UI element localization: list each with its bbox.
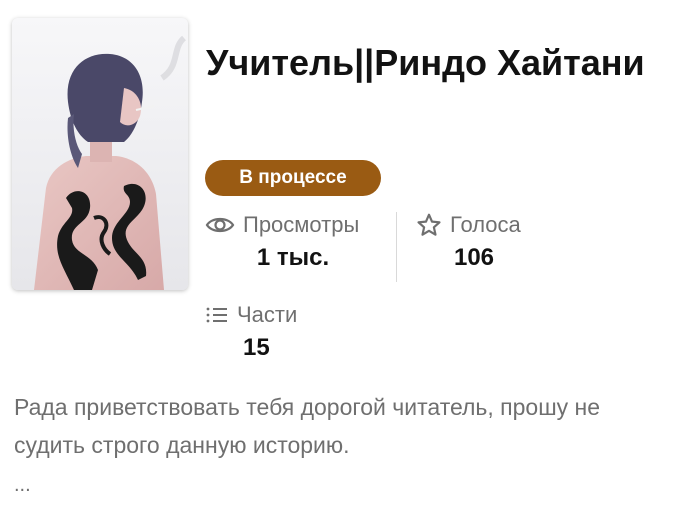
- story-cover-image[interactable]: [12, 18, 188, 290]
- story-title: Учитель||Риндо Хайтани: [206, 42, 645, 83]
- stats-divider: [396, 212, 397, 282]
- views-count: 1 тыс.: [256, 244, 330, 271]
- parts-count: 15: [243, 334, 270, 361]
- read-more-ellipsis[interactable]: ...: [14, 474, 31, 497]
- views-label: Просмотры: [243, 212, 360, 237]
- status-badge: В процессе: [205, 160, 381, 196]
- parts-label: Части: [237, 302, 298, 327]
- eye-icon: [205, 214, 235, 236]
- votes-label: Голоса: [450, 212, 521, 237]
- votes-count: 106: [453, 244, 495, 271]
- votes-stat: Голоса 106: [416, 212, 532, 272]
- views-stat: Просмотры 1 тыс.: [205, 212, 381, 272]
- parts-stat: Части 15: [205, 302, 315, 362]
- list-icon: [205, 305, 229, 325]
- star-icon: [416, 212, 442, 238]
- story-description: Рада приветствовать тебя дорогой читател…: [14, 394, 601, 458]
